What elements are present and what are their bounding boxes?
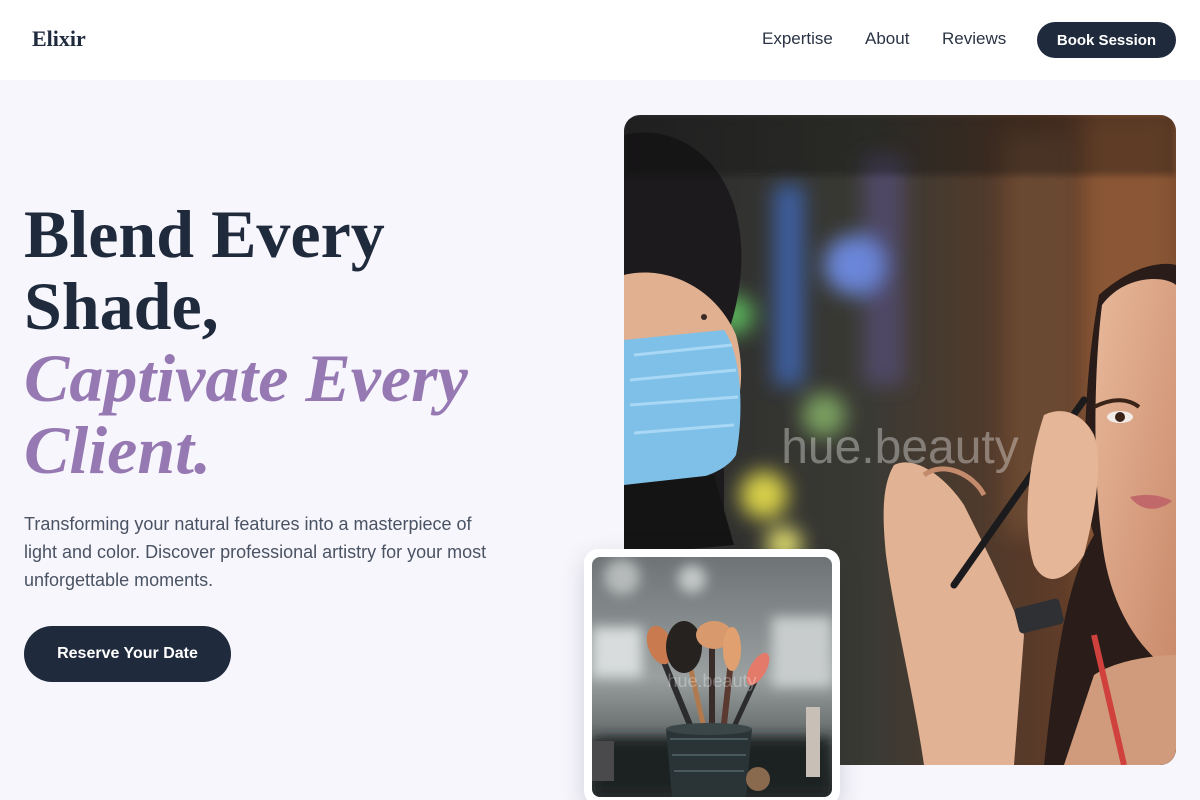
hero-headline: Blend Every Shade, Captivate Every Clien… [24, 198, 584, 486]
logo[interactable]: Elixir [32, 26, 86, 52]
nav-link-reviews[interactable]: Reviews [942, 29, 1006, 49]
main-watermark: hue.beauty [781, 421, 1019, 474]
thumb-watermark: hue.beauty [667, 671, 756, 691]
headline-accent-line-1: Captivate Every [24, 340, 468, 416]
hero-description: Transforming your natural features into … [24, 514, 487, 590]
nav-link-expertise[interactable]: Expertise [762, 29, 833, 49]
headline-accent-line-2: Client. [24, 412, 212, 488]
nav-link-about[interactable]: About [865, 29, 909, 49]
book-session-button[interactable]: Book Session [1037, 22, 1176, 58]
makeup-brushes-image: hue.beauty [592, 557, 832, 797]
site-header: Elixir Expertise About Reviews Book Sess… [0, 0, 1200, 80]
reserve-date-button[interactable]: Reserve Your Date [24, 626, 231, 682]
makeup-brushes-photo: hue.beauty [592, 557, 832, 797]
headline-line-1: Blend Every [24, 196, 385, 272]
brush-thumbnail-frame: hue.beauty [584, 549, 840, 800]
headline-line-2: Shade, [24, 268, 219, 344]
